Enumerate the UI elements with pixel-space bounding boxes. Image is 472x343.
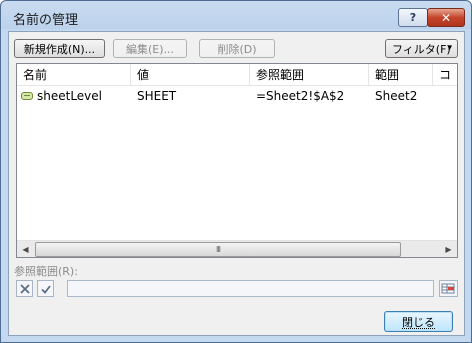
cancel-x-icon [19, 283, 30, 294]
named-range-icon [21, 92, 33, 100]
name-manager-dialog: 名前の管理 ? ✕ 新規作成(N)... 編集(E)... 削除(D) フィルタ… [0, 0, 472, 343]
dialog-body: 新規作成(N)... 編集(E)... 削除(D) フィルタ(F) ▾ 名前 値… [8, 31, 465, 336]
list-item[interactable]: sheetLevel SHEET =Sheet2!$A$2 Sheet2 [17, 87, 457, 105]
scroll-left-icon[interactable]: ◀ [17, 241, 34, 258]
chevron-down-icon: ▾ [447, 43, 452, 53]
column-header-refers-to[interactable]: 参照範囲 [250, 64, 369, 85]
scroll-right-icon[interactable]: ▶ [440, 241, 457, 258]
row-value: SHEET [137, 89, 177, 103]
help-button[interactable]: ? [398, 8, 428, 27]
column-header-comment[interactable]: コ [433, 64, 457, 85]
range-select-icon [441, 283, 455, 294]
close-button-label: 閉じる [402, 315, 435, 329]
window-title: 名前の管理 [13, 13, 79, 28]
row-scope: Sheet2 [375, 89, 418, 103]
confirm-edit-button[interactable] [37, 280, 54, 297]
new-button[interactable]: 新規作成(N)... [14, 39, 105, 58]
list-header: 名前 値 参照範囲 範囲 コ [17, 64, 457, 86]
delete-button[interactable]: 削除(D) [199, 39, 275, 58]
refers-to-label: 参照範囲(R): [14, 265, 78, 278]
scrollbar-thumb[interactable]: III [35, 242, 401, 257]
column-header-scope[interactable]: 範囲 [369, 64, 433, 85]
row-refers-to: =Sheet2!$A$2 [256, 89, 345, 103]
close-button[interactable]: 閉じる [384, 311, 453, 332]
check-icon [40, 284, 51, 294]
filter-button[interactable]: フィルタ(F) ▾ [385, 39, 458, 58]
cancel-edit-button[interactable] [16, 280, 33, 297]
column-header-name[interactable]: 名前 [17, 64, 131, 85]
collapse-dialog-button[interactable] [439, 280, 458, 297]
edit-button[interactable]: 編集(E)... [113, 39, 187, 58]
refers-to-input[interactable] [67, 280, 434, 297]
close-window-button[interactable]: ✕ [427, 8, 465, 27]
column-header-value[interactable]: 値 [131, 64, 250, 85]
names-list[interactable]: 名前 値 参照範囲 範囲 コ sheetLevel SHEET =Sheet2!… [16, 63, 458, 258]
horizontal-scrollbar[interactable]: ◀ III ▶ [17, 240, 457, 257]
filter-label: フィルタ(F) [392, 42, 451, 56]
row-name: sheetLevel [37, 89, 103, 103]
title-bar[interactable]: 名前の管理 ? ✕ [1, 1, 471, 31]
